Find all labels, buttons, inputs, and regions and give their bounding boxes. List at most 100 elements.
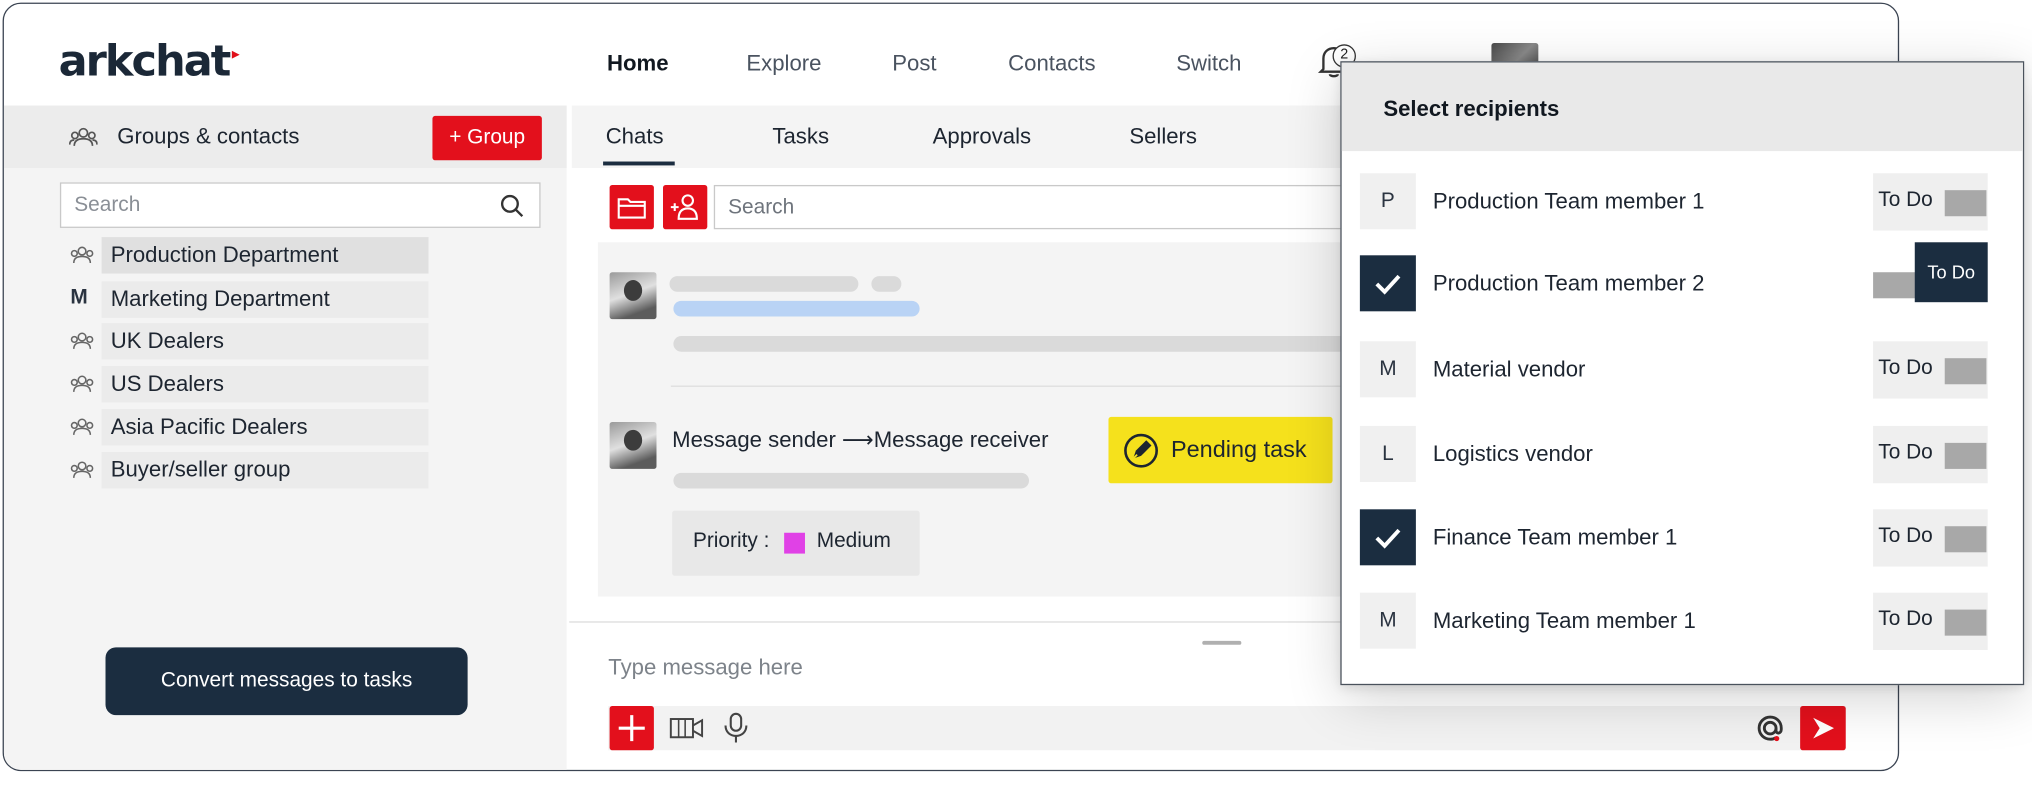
todo-toggle[interactable]: To Do: [1873, 425, 1988, 484]
tab-sellers[interactable]: Sellers: [1129, 124, 1197, 150]
avatar[interactable]: [609, 272, 657, 320]
message-divider: [670, 385, 1354, 387]
recipient-initial[interactable]: P: [1359, 173, 1416, 230]
active-tab-indicator: [603, 161, 675, 166]
todo-label: To Do: [1878, 524, 1933, 548]
add-contact-button[interactable]: [663, 184, 708, 230]
sidebar-item-marketing-department[interactable]: M Marketing Department: [66, 281, 457, 318]
placeholder-line: [871, 276, 902, 292]
nav-home[interactable]: Home: [607, 51, 669, 77]
tab-chats[interactable]: Chats: [606, 124, 664, 150]
toggle-knob: [1944, 190, 1987, 217]
add-group-button[interactable]: + Group: [432, 115, 542, 161]
nav-contacts[interactable]: Contacts: [1008, 51, 1095, 77]
people-icon: [70, 332, 94, 349]
recipient-row[interactable]: Finance Team member 1 To Do: [1359, 509, 2011, 567]
sidebar-item-label: US Dealers: [110, 371, 224, 396]
todo-toggle[interactable]: To Do: [1873, 242, 1988, 312]
pending-task-label: Pending task: [1171, 436, 1307, 463]
sidebar: Groups & contacts + Group Production Dep…: [3, 105, 567, 770]
sidebar-search-input[interactable]: [74, 191, 466, 221]
search-icon[interactable]: [500, 194, 524, 218]
todo-toggle[interactable]: To Do: [1873, 341, 1988, 399]
mention-icon[interactable]: [1755, 713, 1786, 744]
convert-messages-button[interactable]: Convert messages to tasks: [105, 647, 468, 716]
recipient-checkbox[interactable]: [1359, 255, 1416, 312]
select-recipients-panel: Select recipients P Production Team memb…: [1340, 61, 2025, 686]
todo-toggle[interactable]: To Do: [1873, 592, 1988, 650]
recipient-name: Material vendor: [1432, 356, 1586, 382]
recipient-initial[interactable]: M: [1359, 592, 1416, 649]
panel-title: Select recipients: [1383, 96, 1560, 122]
recipient-row[interactable]: M Marketing Team member 1 To Do: [1359, 592, 2011, 650]
sidebar-header: Groups & contacts + Group: [3, 105, 567, 169]
todo-toggle[interactable]: To Do: [1873, 509, 1988, 567]
todo-label: To Do: [1878, 608, 1933, 631]
logo-accent: [231, 50, 240, 59]
video-call-icon[interactable]: [668, 714, 704, 743]
checkmark-icon: [1375, 274, 1401, 295]
toggle-knob: [1944, 358, 1987, 385]
sidebar-item-label: UK Dealers: [110, 328, 224, 353]
microphone-icon[interactable]: [722, 711, 751, 745]
plus-icon: [618, 715, 645, 742]
nav-switch[interactable]: Switch: [1176, 51, 1241, 77]
folder-button[interactable]: [609, 184, 654, 230]
toggle-knob: [1944, 609, 1987, 636]
send-button[interactable]: [1800, 705, 1846, 751]
recipient-name: Production Team member 1: [1432, 188, 1705, 214]
recipient-initial[interactable]: L: [1359, 425, 1416, 482]
people-icon: [70, 375, 94, 392]
panel-header: Select recipients: [1341, 62, 2023, 152]
message-sender-receiver: Message sender ⟶Message receiver: [672, 427, 1049, 452]
sidebar-item-label: Production Department: [110, 242, 339, 268]
folder-icon: [617, 198, 646, 219]
todo-label: To Do: [1878, 441, 1933, 464]
placeholder-line: [669, 276, 859, 292]
sidebar-search[interactable]: [59, 182, 541, 228]
sidebar-item-label: Buyer/seller group: [110, 457, 291, 482]
nav-post[interactable]: Post: [892, 51, 936, 77]
recipient-row[interactable]: Production Team member 2 To Do: [1359, 242, 2011, 312]
placeholder-link-line: [673, 300, 920, 317]
recipient-initial[interactable]: M: [1359, 341, 1416, 398]
sidebar-item-label: Marketing Department: [110, 286, 330, 312]
todo-label: To Do: [1878, 356, 1933, 380]
tab-tasks[interactable]: Tasks: [772, 124, 829, 150]
people-icon: [70, 418, 94, 435]
sidebar-item-asia-pacific-dealers[interactable]: Asia Pacific Dealers: [66, 409, 457, 446]
tab-approvals[interactable]: Approvals: [933, 124, 1031, 150]
recipient-name: Production Team member 2: [1432, 270, 1705, 296]
recipient-row[interactable]: M Material vendor To Do: [1359, 341, 2011, 399]
pending-task-badge[interactable]: Pending task: [1108, 416, 1333, 484]
send-icon: [1813, 717, 1835, 739]
resize-grip[interactable]: [1202, 640, 1242, 645]
people-icon: [70, 461, 94, 478]
checkmark-icon: [1375, 528, 1401, 549]
recipient-name: Marketing Team member 1: [1432, 608, 1696, 634]
todo-label: To Do: [1878, 188, 1933, 212]
chat-search-input[interactable]: [728, 194, 1328, 223]
avatar[interactable]: [609, 422, 657, 469]
attach-button[interactable]: [609, 705, 654, 751]
recipient-name: Logistics vendor: [1432, 441, 1593, 467]
sidebar-item-us-dealers[interactable]: US Dealers: [66, 366, 457, 403]
recipient-row[interactable]: L Logistics vendor To Do: [1359, 425, 2011, 484]
sidebar-item-buyer-seller-group[interactable]: Buyer/seller group: [66, 451, 457, 489]
sidebar-title: Groups & contacts: [117, 123, 300, 149]
message-input[interactable]: [608, 652, 1260, 684]
sidebar-item-production-department[interactable]: Production Department: [66, 237, 457, 274]
people-icon: [70, 246, 94, 264]
chat-search[interactable]: [713, 184, 1353, 230]
recipient-checkbox[interactable]: [1359, 509, 1416, 566]
recipient-row[interactable]: P Production Team member 1 To Do: [1359, 173, 2011, 231]
toggle-knob: [1944, 526, 1987, 553]
recipient-name: Finance Team member 1: [1432, 524, 1678, 550]
add-user-icon: [670, 194, 698, 220]
priority-color-swatch: [784, 532, 805, 554]
priority-value: Medium: [816, 530, 891, 553]
todo-toggle[interactable]: To Do: [1873, 173, 1988, 231]
sidebar-item-uk-dealers[interactable]: UK Dealers: [66, 323, 457, 360]
sidebar-item-label: Asia Pacific Dealers: [110, 414, 308, 439]
nav-explore[interactable]: Explore: [746, 51, 821, 77]
